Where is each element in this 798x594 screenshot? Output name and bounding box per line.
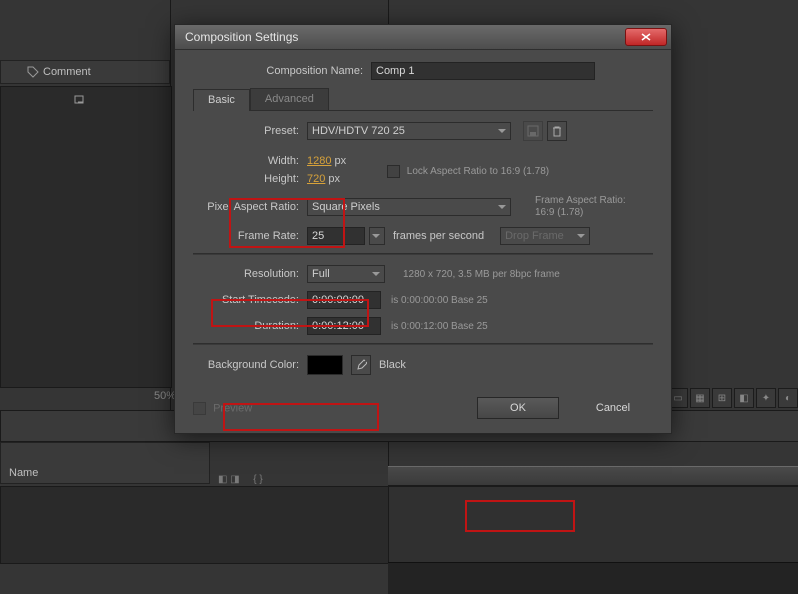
par-select[interactable]: Square Pixels <box>307 198 511 216</box>
height-label: Height: <box>193 173 307 185</box>
close-button[interactable] <box>625 28 667 46</box>
ok-button[interactable]: OK <box>477 397 559 419</box>
bottom-strip <box>388 562 798 594</box>
start-tc-info: is 0:00:00:00 Base 25 <box>391 295 488 306</box>
resolution-select[interactable]: Full <box>307 265 385 283</box>
far-value: 16:9 (1.78) <box>535 207 626 219</box>
comp-name-label: Composition Name: <box>193 65 371 77</box>
fps-label: Frame Rate: <box>193 230 307 242</box>
comp-name-input[interactable] <box>371 62 595 80</box>
height-unit: px <box>328 173 340 185</box>
panel-menu-icon[interactable] <box>74 92 88 109</box>
lock-aspect-label: Lock Aspect Ratio to 16:9 (1.78) <box>407 166 549 177</box>
start-tc-label: Start Timecode: <box>193 294 307 306</box>
eyedropper-button[interactable] <box>351 355 371 375</box>
close-icon <box>641 33 651 41</box>
preview-checkbox <box>193 402 206 415</box>
viewer-icon[interactable]: ◧ <box>734 388 754 408</box>
resolution-info: 1280 x 720, 3.5 MB per 8bpc frame <box>403 269 560 280</box>
viewer-icon[interactable]: ◐ <box>778 388 798 408</box>
height-value[interactable]: 720 <box>307 173 325 185</box>
duration-input[interactable] <box>307 317 381 335</box>
fps-dropdown[interactable] <box>369 227 385 245</box>
width-label: Width: <box>193 155 307 167</box>
save-icon <box>527 125 539 137</box>
tab-basic[interactable]: Basic <box>193 89 250 111</box>
layer-toggles[interactable]: ◧ ◨ { } <box>218 474 263 485</box>
tab-advanced[interactable]: Advanced <box>250 88 329 110</box>
cancel-button[interactable]: Cancel <box>573 398 653 418</box>
comment-column-header: Comment <box>0 60 170 84</box>
name-label: Name <box>9 467 38 479</box>
start-tc-input[interactable] <box>307 291 381 309</box>
composition-settings-dialog: Composition Settings Composition Name: B… <box>174 24 672 434</box>
eyedropper-icon <box>355 359 367 371</box>
viewer-icon-row: ▭ ▦ ⊞ ◧ ✦ ◐ <box>668 388 798 408</box>
dialog-titlebar[interactable]: Composition Settings <box>175 25 671 50</box>
preset-select[interactable]: HDV/HDTV 720 25 <box>307 122 511 140</box>
width-unit: px <box>334 155 346 167</box>
resolution-label: Resolution: <box>193 268 307 280</box>
timeline-ruler[interactable] <box>388 466 798 486</box>
dialog-title: Composition Settings <box>185 30 298 44</box>
tag-icon <box>27 66 39 78</box>
name-column-header: Name <box>0 442 210 484</box>
viewer-icon[interactable]: ⊞ <box>712 388 732 408</box>
dropframe-select: Drop Frame <box>500 227 590 245</box>
bgcolor-name: Black <box>379 359 406 371</box>
comment-label: Comment <box>43 66 91 78</box>
tabs: Basic Advanced <box>193 88 653 111</box>
fps-unit: frames per second <box>393 230 484 242</box>
zoom-level[interactable]: 50% <box>154 390 176 402</box>
duration-label: Duration: <box>193 320 307 332</box>
viewer-icon[interactable]: ▦ <box>690 388 710 408</box>
fps-input[interactable] <box>307 227 365 245</box>
save-preset-button[interactable] <box>523 121 543 141</box>
far-label: Frame Aspect Ratio: <box>535 195 626 207</box>
delete-preset-button[interactable] <box>547 121 567 141</box>
width-value[interactable]: 1280 <box>307 155 331 167</box>
viewer-icon[interactable]: ✦ <box>756 388 776 408</box>
preview-label: Preview <box>213 402 252 414</box>
par-label: Pixel Aspect Ratio: <box>193 201 307 213</box>
preset-label: Preset: <box>193 125 307 137</box>
trash-icon <box>551 125 563 137</box>
bgcolor-swatch[interactable] <box>307 355 343 375</box>
bgcolor-label: Background Color: <box>193 359 307 371</box>
duration-info: is 0:00:12:00 Base 25 <box>391 321 488 332</box>
lock-aspect-checkbox[interactable] <box>387 165 400 178</box>
